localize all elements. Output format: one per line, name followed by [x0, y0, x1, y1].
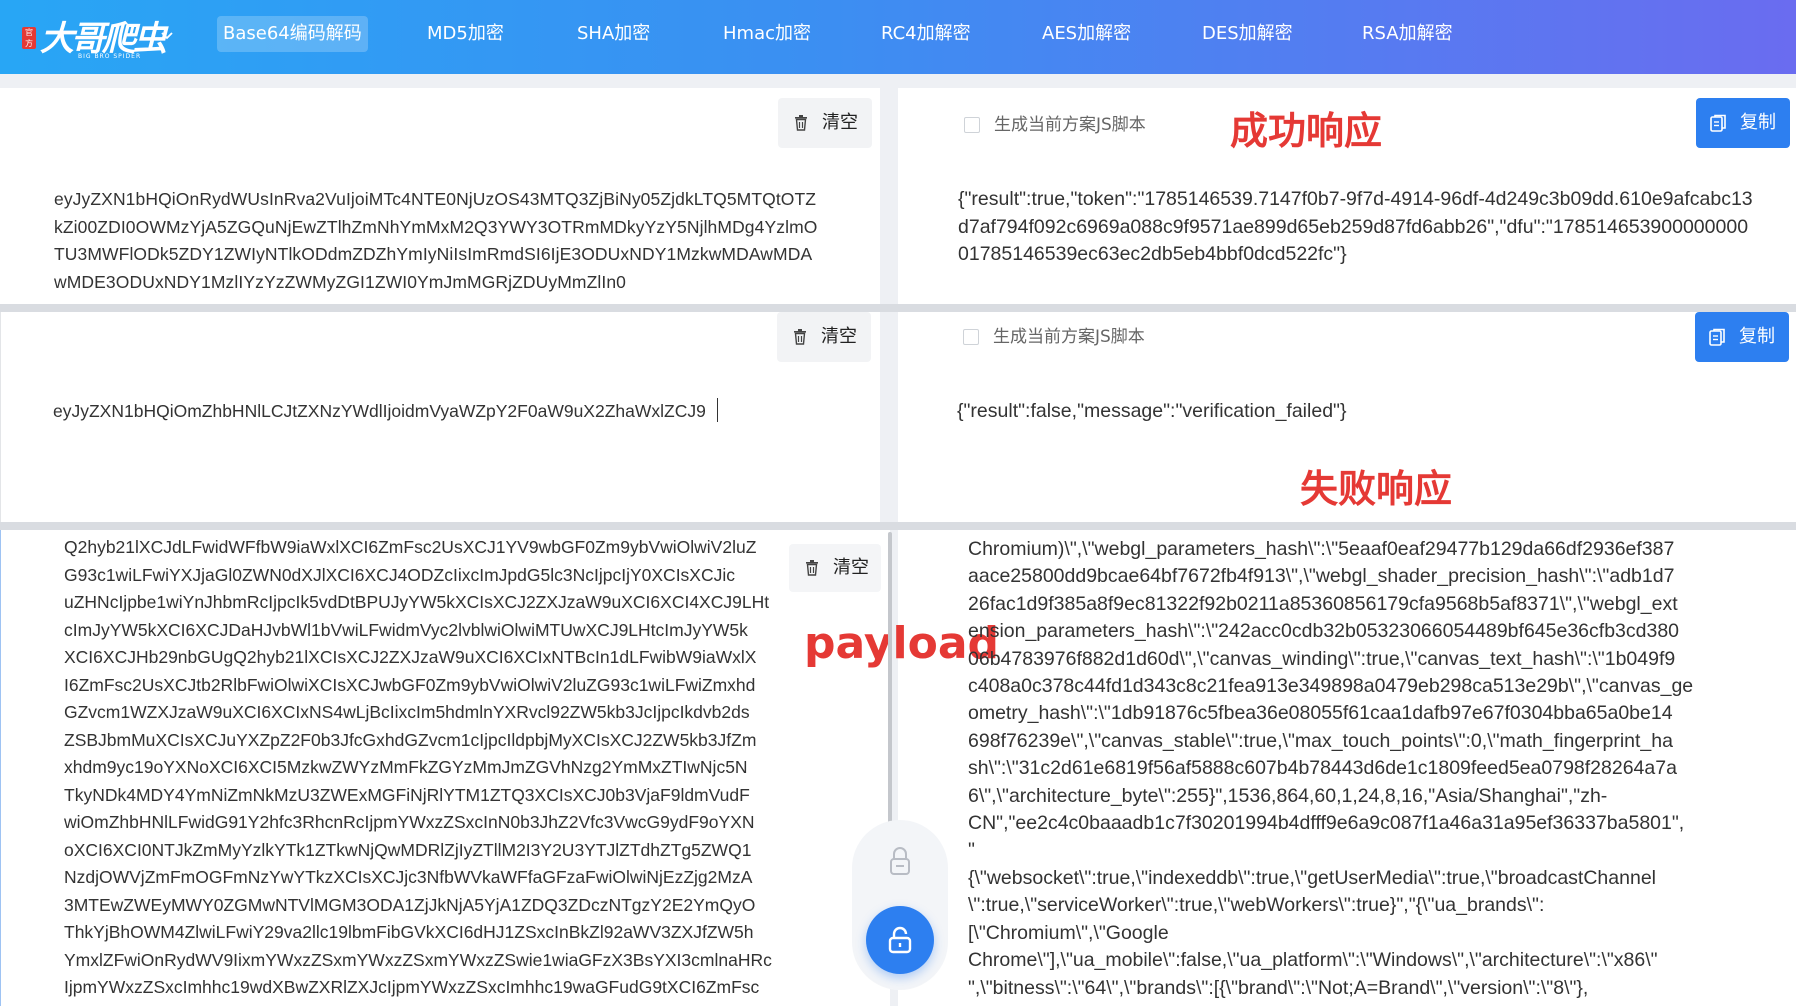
section3-input_lines-line: G93c1wiLFwiYXJjaGl0ZWN0dXJlXCI6XCJ4ODZcI…	[64, 564, 736, 585]
section-divider	[0, 522, 1796, 530]
section3-input_lines-line: uZHNcIjpbe1wiYnJhbmRcIjpcIk5vdDtBPUJyYW5…	[64, 592, 770, 612]
section3-output_lines-line: ometry_hash\":\"1db91876c5fbea36e08055f6…	[968, 702, 1673, 725]
section1-clear-label: 清空	[822, 112, 858, 133]
section3-input_lines-line: TkyNDk4MDY4YmNiZmNkMzU3ZWExMGFiNjRlYTM1Z…	[64, 784, 750, 805]
section3-output-text: Chromium)\",\"webgl_parameters_hash\":\"…	[968, 536, 1768, 1006]
nav-rc4[interactable]: RC4加解密	[875, 16, 977, 52]
section2-clear-button[interactable]: 清空	[777, 312, 871, 362]
section3-input-textarea[interactable]: Q2hyb21lXCJdLFwidWFfbW9iaWxlXCI6ZmFsc2Us…	[64, 534, 844, 1006]
section2-copy-label: 复制	[1739, 326, 1775, 347]
unlock-icon	[888, 926, 912, 954]
chevron-down-icon[interactable]	[160, 28, 174, 42]
section3-input_lines-line: IjpmYWxzZSxcImhhc19wdXBwZXRlZXJcIjpmYWxz…	[64, 977, 760, 997]
section2-copy-button[interactable]: 复制	[1695, 312, 1789, 362]
text-cursor	[717, 398, 718, 422]
section3-input_lines-line: ZSBJbmMuXCIsXCJuYXZpZ2F0b3JfcGxhdGZvcm1c…	[64, 729, 757, 750]
section2-clear-label: 清空	[821, 326, 857, 347]
logo-badge: 官方	[22, 27, 36, 49]
section3-input_lines-line: wiOmZhbHNlLFwidG91Y2hfc3RhcnRcIjpmYWxzZS…	[64, 812, 755, 832]
section3-input_lines-line: oXCI6XCI0NTJkZmMyYzlkYTk1ZTkwNjQwMDRlZjI…	[64, 839, 752, 860]
section3-output_lines-line: CN","ee2c4c0baaadb1c7f30201994b4dfff9e6a…	[968, 812, 1685, 835]
section3-input_lines-line: 3MTEwZWEyMWY0ZGMwNTVlMGM3ODA1ZjJkNjA5YjA…	[64, 894, 756, 915]
section2-output-text: {"result":false,"message":"verification_…	[957, 400, 1347, 422]
section2-checkbox-label: 生成当前方案JS脚本	[993, 327, 1145, 347]
section2-input-textarea[interactable]: eyJyZXN1bHQiOmZhbHNlLCJtZXNzYWdlIjoidmVy…	[53, 398, 853, 424]
section3-output_lines-line: 06b4783976f882d1d60d\",\"canvas_winding\…	[968, 647, 1676, 670]
checkbox-box[interactable]	[964, 117, 980, 133]
section3-input_lines-line: xhdm9yc19oYXNoXCI6XCI5MzkwZWYzMmFkZGYzMm…	[64, 757, 748, 777]
copy-icon	[1710, 114, 1726, 132]
section3-output_lines-line: \":true,\"serviceWorker\":true,\"webWork…	[968, 894, 1545, 917]
section3-input_lines-line: ThkYjBhOWM4ZlwiLFwiY29va2llc19lbmFibGVkX…	[64, 922, 754, 942]
section3-output_lines-line: ",\"bitness\":\"64\",\"brands\":[{\"bran…	[968, 976, 1589, 999]
section3-clear-button[interactable]: 清空	[789, 544, 881, 592]
section3-clear-label: 清空	[833, 557, 869, 578]
nav-sha[interactable]: SHA加密	[571, 16, 656, 52]
top-navigation-bar: 官方 大哥爬虫 BIG BRO SPIDER Base64编码解码 MD5加密 …	[0, 0, 1796, 74]
section3-output_lines-line: 6\",\"architecture_byte\":255}",1536,864…	[968, 784, 1608, 807]
section1-copy-button[interactable]: 复制	[1696, 98, 1790, 148]
nav-rsa[interactable]: RSA加解密	[1356, 16, 1459, 52]
section1-input-textarea[interactable]: eyJyZXN1bHQiOnRydWUsInRva2VuIjoiMTc4NTE0…	[54, 186, 824, 304]
nav-base64[interactable]: Base64编码解码	[217, 16, 368, 52]
section1-checkbox-label: 生成当前方案JS脚本	[994, 115, 1146, 135]
section3-output_lines-line: 698f76239e\",\"canvas_stable\":true,\"ma…	[968, 729, 1673, 752]
section3-input_lines-line: I6ZmFsc2UsXCJtb2RlbFwiOlwiXCIsXCJwbGF0Zm…	[64, 674, 756, 695]
nav-des[interactable]: DES加解密	[1196, 16, 1299, 52]
nav-hmac[interactable]: Hmac加密	[717, 16, 817, 52]
trash-icon	[806, 560, 818, 576]
section3-output_lines-line: [\"Chromium\",\"Google	[968, 921, 1169, 944]
section1-output-text: {"result":true,"token":"1785146539.7147f…	[958, 188, 1753, 265]
section3-input_lines-line: YmxlZFwiOnRydWV9IixmYWxzZSxmYWxzZSxmYWxz…	[64, 949, 772, 970]
section1-clear-button[interactable]: 清空	[778, 98, 872, 148]
success-response-annotation: 成功响应	[1230, 109, 1383, 153]
section3-input_lines-line: cImJyYW5kXCI6XCJDaHJvbWl1bVwiLFwidmVyc2l…	[64, 619, 748, 640]
unlock-button[interactable]	[866, 906, 934, 974]
trash-icon	[795, 115, 807, 131]
checkbox-box[interactable]	[963, 329, 979, 345]
section3-output_lines-line: {\"websocket\":true,\"indexeddb\":true,\…	[968, 866, 1656, 889]
nav-md5[interactable]: MD5加密	[421, 16, 510, 52]
trash-icon	[794, 329, 806, 345]
site-logo[interactable]: 官方 大哥爬虫 BIG BRO SPIDER	[22, 9, 167, 65]
section3-output_lines-line: sh\":\"31c2d61e6819f56af5888c607b4b78443…	[968, 757, 1677, 780]
section3-output_lines-line: "	[968, 839, 975, 862]
section3-input_lines-line: NzdjOWVjZmFmOGFmNzYwYTkzXCIsXCJjc3NfbWVk…	[64, 867, 753, 887]
section-divider	[0, 304, 1796, 312]
section3-output_lines-line: c408a0c378c44fd1d343c8c21fea913e349898a0…	[968, 675, 1694, 698]
section3-output_lines-line: aace25800dd9bcae64bf7672fb4f913\",\"webg…	[968, 565, 1675, 588]
section1-copy-label: 复制	[1740, 112, 1776, 133]
logo-subtitle: BIG BRO SPIDER	[78, 53, 142, 60]
lock-icon[interactable]	[876, 838, 924, 886]
section3-output_lines-line: ension_parameters_hash\":\"242acc0cdb32b…	[968, 620, 1680, 643]
section3-input_lines-line: XCI6XCJHb29nbGUgQ2hyb21lXCIsXCJ2ZXJzaW9u…	[64, 647, 757, 667]
section3-output_lines-line: Chrome\"],\"ua_mobile\":false,\"ua_platf…	[968, 949, 1658, 972]
section3-output_lines-line: 26fac1d9f385a8f9ec81322f92b0211a85360856…	[968, 592, 1678, 615]
nav-aes[interactable]: AES加解密	[1036, 16, 1137, 52]
copy-icon	[1709, 328, 1725, 346]
section3-input_lines-line: GZvcm1WZXJzaW9uXCI6XCIxNS4wLjBcIixcIm5hd…	[64, 702, 750, 722]
section3-output_lines-line: Chromium)\",\"webgl_parameters_hash\":\"…	[968, 538, 1675, 560]
failure-response-annotation: 失败响应	[1300, 467, 1453, 511]
section3-input_lines-line: Q2hyb21lXCJdLFwidWFfbW9iaWxlXCI6ZmFsc2Us…	[64, 537, 757, 557]
input-scrollbar[interactable]	[888, 532, 892, 832]
